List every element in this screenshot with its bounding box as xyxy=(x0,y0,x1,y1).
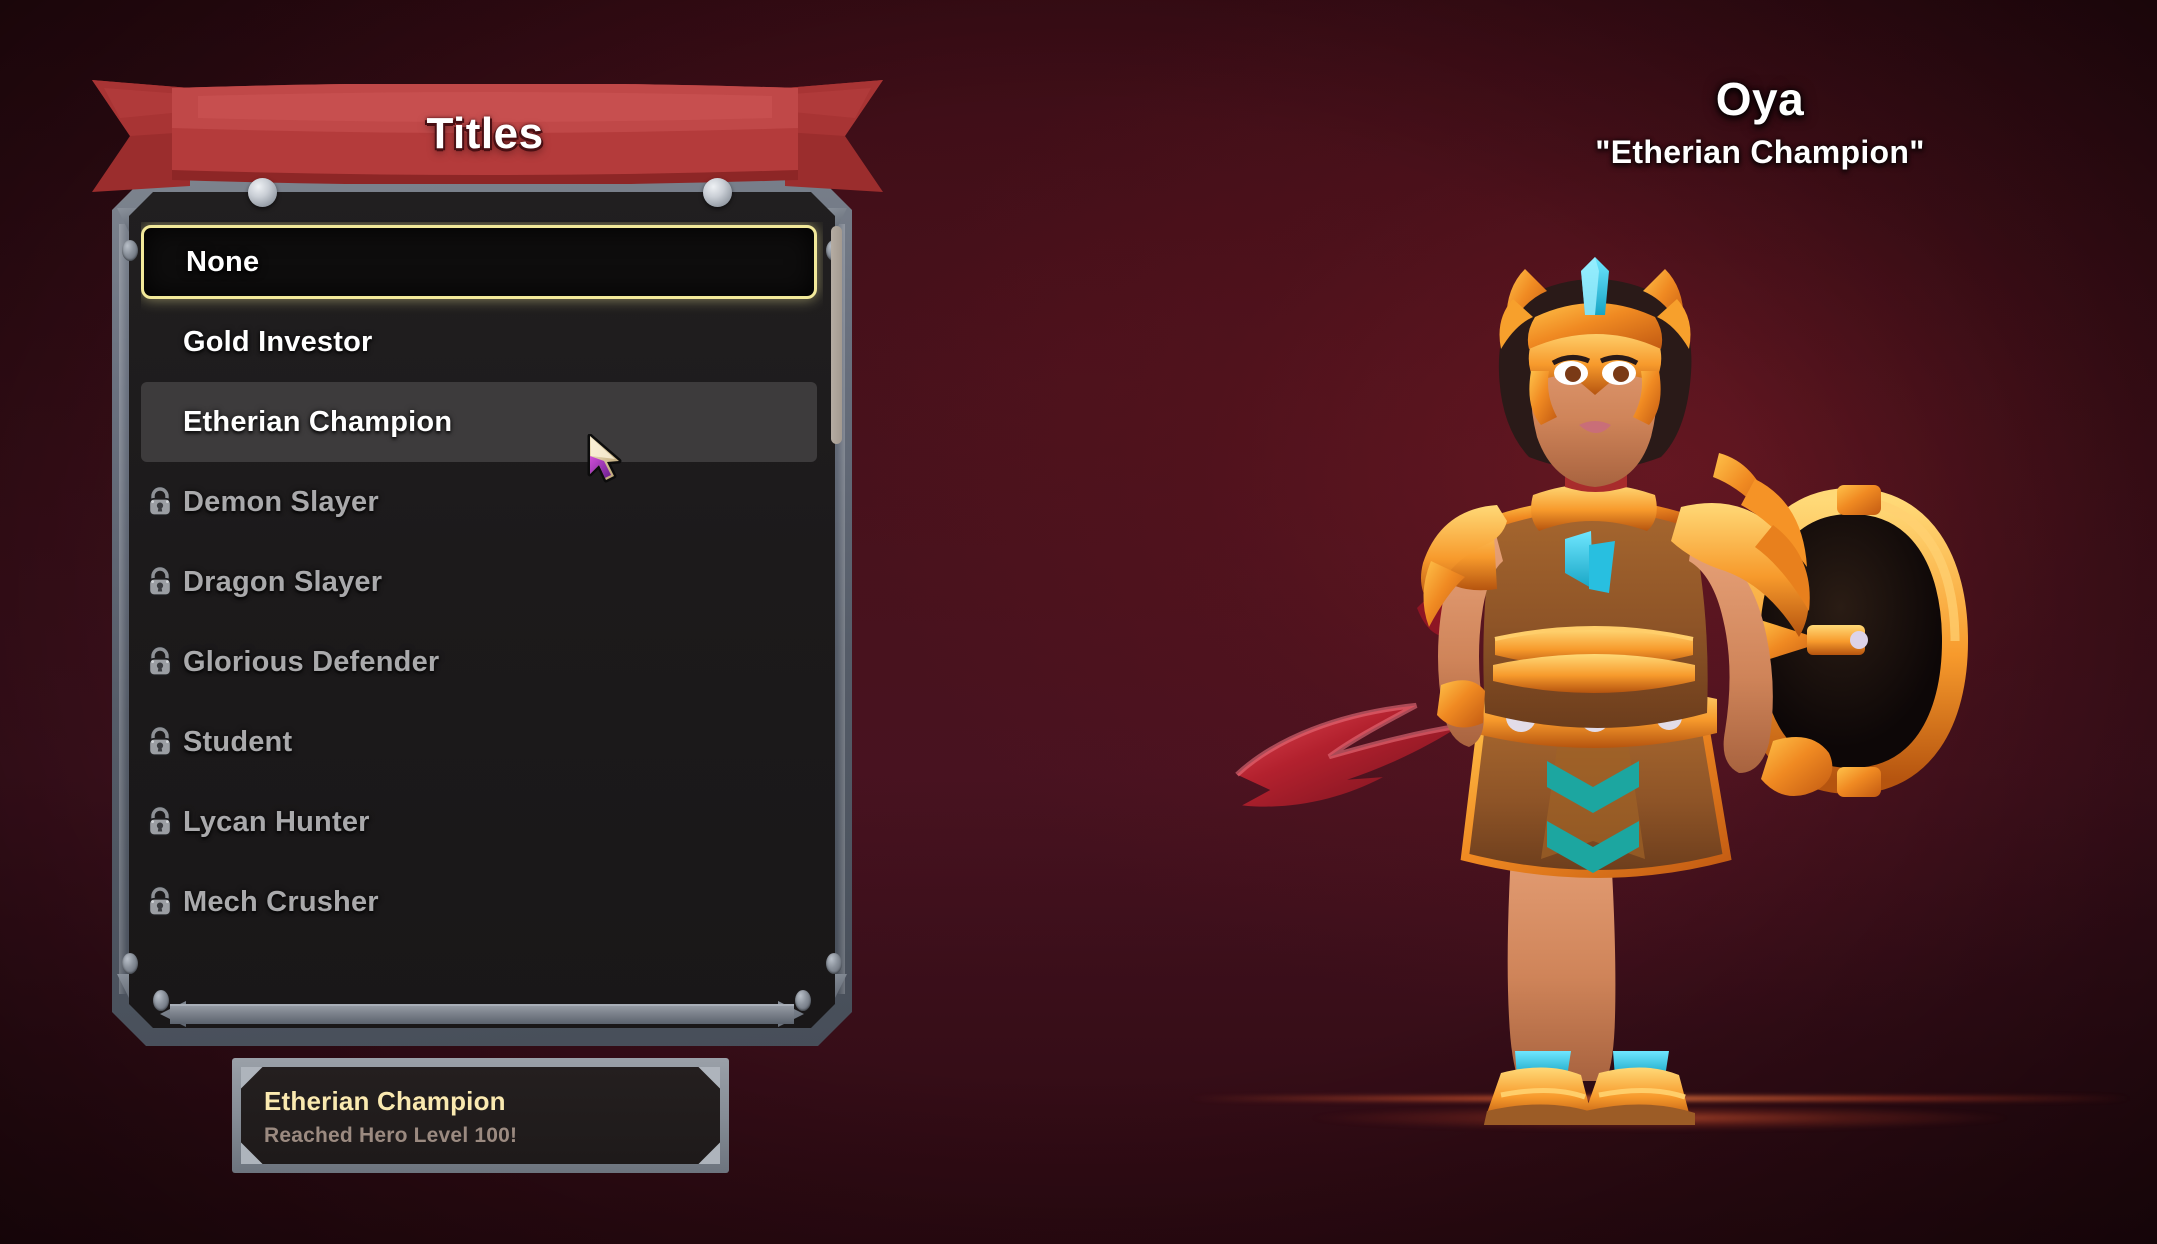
title-label: Glorious Defender xyxy=(183,645,440,678)
banner-rivet-right xyxy=(703,178,732,207)
title-list-item-mech-crusher[interactable]: Mech Crusher xyxy=(141,862,823,942)
title-list-item-etherian-champion[interactable]: Etherian Champion xyxy=(141,382,817,462)
title-list-item-lycan-hunter[interactable]: Lycan Hunter xyxy=(141,782,823,862)
titles-banner: Titles xyxy=(90,60,883,207)
titles-list[interactable]: None Gold Investor Etherian Champion Dem… xyxy=(141,222,823,988)
title-list-item-student[interactable]: Student xyxy=(141,702,823,782)
panel-rivet xyxy=(153,990,169,1011)
title-list-item-dragon-slayer[interactable]: Dragon Slayer xyxy=(141,542,823,622)
titles-scrollbar-thumb[interactable] xyxy=(831,226,842,444)
tooltip-corner-top-left xyxy=(241,1067,263,1089)
padlock-icon xyxy=(143,725,177,759)
banner-body xyxy=(172,84,798,184)
title-label: Dragon Slayer xyxy=(183,565,383,598)
padlock-icon xyxy=(143,885,177,919)
tooltip-corner-top-right xyxy=(698,1067,720,1089)
padlock-icon xyxy=(143,805,177,839)
panel-rivet xyxy=(122,240,138,261)
panel-rail-left xyxy=(119,224,127,994)
title-list-item-gold-investor[interactable]: Gold Investor xyxy=(141,302,823,382)
panel-bottom-bar xyxy=(170,1004,794,1024)
title-list-item-none[interactable]: None xyxy=(141,225,817,299)
hero-equipped-title: "Etherian Champion" xyxy=(1595,134,1925,170)
title-list-item-demon-slayer[interactable]: Demon Slayer xyxy=(141,462,823,542)
title-label: Gold Investor xyxy=(183,325,373,358)
hero-torso xyxy=(1483,467,1708,728)
hero-head xyxy=(1498,257,1692,487)
tooltip-corner-bottom-right xyxy=(698,1142,720,1164)
hero-name: Oya xyxy=(1715,73,1805,125)
title-label: Student xyxy=(183,725,293,758)
hero-character-model xyxy=(1195,255,2025,1125)
banner-rivet-left xyxy=(248,178,277,207)
panel-rivet xyxy=(795,990,811,1011)
panel-rivet xyxy=(122,953,138,974)
hero-info-block: Oya "Etherian Champion" xyxy=(1480,72,2040,171)
tooltip-corner-bottom-left xyxy=(241,1142,263,1164)
titles-panel: None Gold Investor Etherian Champion Dem… xyxy=(112,176,852,1046)
title-label: Lycan Hunter xyxy=(183,805,370,838)
weapon-blade xyxy=(1235,590,1480,807)
title-detail-tooltip: Etherian Champion Reached Hero Level 100… xyxy=(232,1058,729,1173)
padlock-icon xyxy=(143,485,177,519)
titles-scrollbar-track[interactable] xyxy=(831,226,842,982)
title-label: Demon Slayer xyxy=(183,485,379,518)
mouse-cursor xyxy=(586,433,630,486)
title-label: Mech Crusher xyxy=(183,885,379,918)
tooltip-description: Reached Hero Level 100! xyxy=(264,1124,518,1147)
title-label: None xyxy=(186,245,260,278)
title-list-item-glorious-defender[interactable]: Glorious Defender xyxy=(141,622,823,702)
title-label: Etherian Champion xyxy=(183,405,453,438)
padlock-icon xyxy=(143,645,177,679)
tooltip-title: Etherian Champion xyxy=(264,1086,506,1116)
padlock-icon xyxy=(143,565,177,599)
